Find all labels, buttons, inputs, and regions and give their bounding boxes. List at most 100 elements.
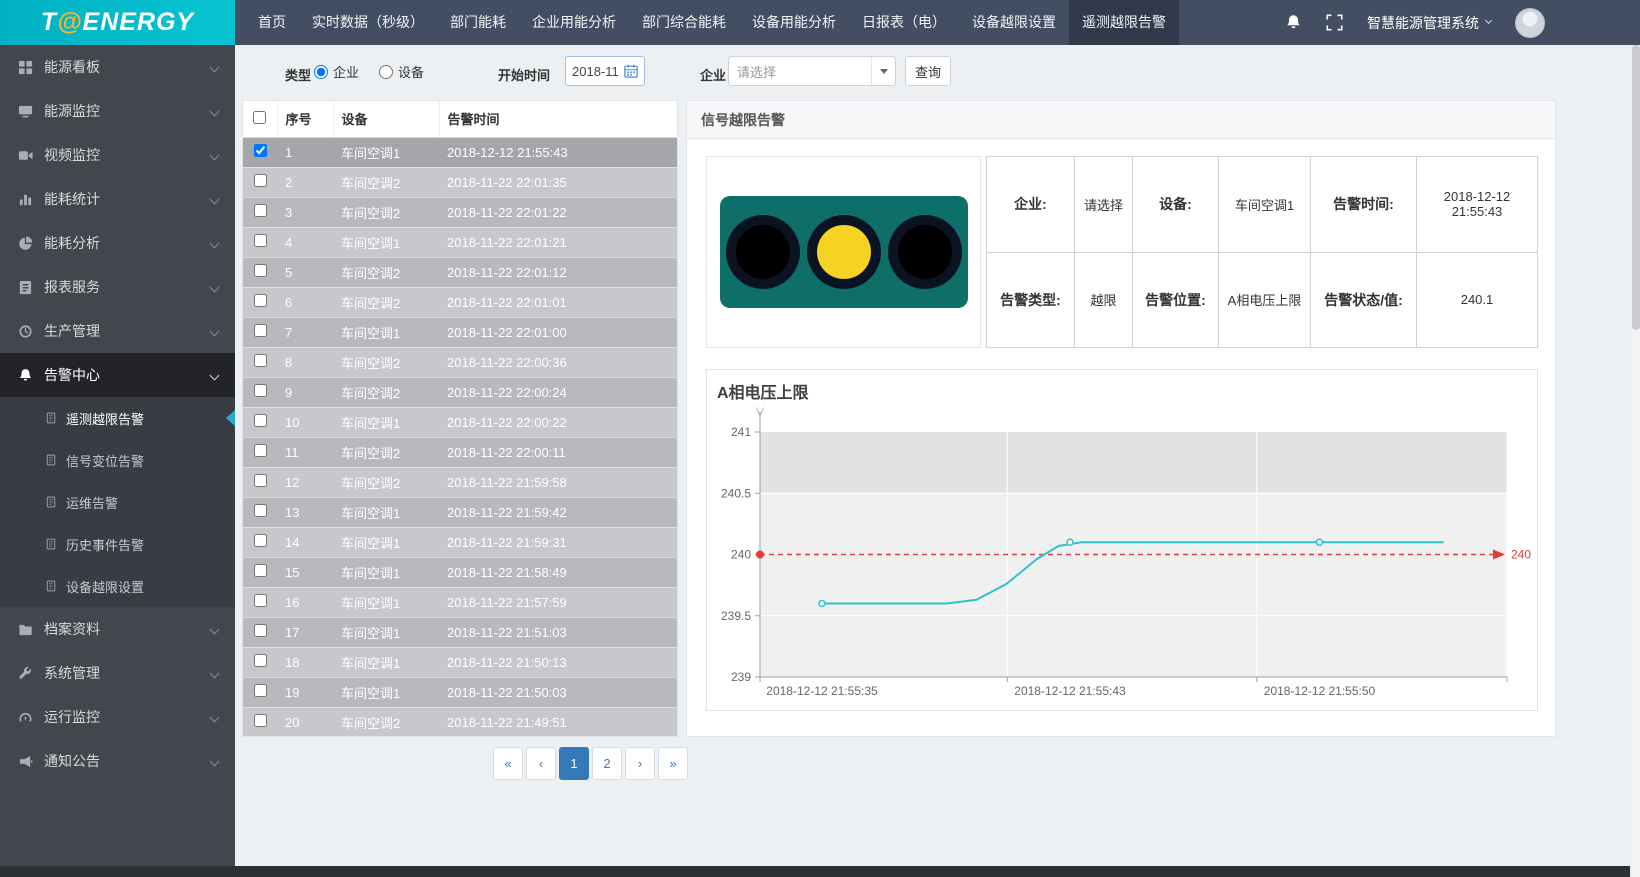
alarm-row[interactable]: 9车间空调22018-11-22 22:00:24 xyxy=(243,377,677,407)
sidebar-item-8[interactable]: 档案资料 xyxy=(0,607,235,651)
row-checkbox[interactable] xyxy=(254,324,267,337)
alarm-row[interactable]: 6车间空调22018-11-22 22:01:01 xyxy=(243,287,677,317)
type-option-label: 设备 xyxy=(398,62,424,81)
alarm-row[interactable]: 11车间空调22018-11-22 22:00:11 xyxy=(243,437,677,467)
system-title-menu[interactable]: 智慧能源管理系统 xyxy=(1367,13,1491,33)
sidebar-item-1[interactable]: 能源监控 xyxy=(0,89,235,133)
x-tick-label: 2018-12-12 21:55:50 xyxy=(1264,684,1376,698)
row-checkbox[interactable] xyxy=(254,294,267,307)
calendar-button[interactable] xyxy=(624,64,638,78)
sidebar-item-7[interactable]: 告警中心 xyxy=(0,353,235,397)
select-all-checkbox[interactable] xyxy=(253,111,266,124)
row-checkbox[interactable] xyxy=(254,204,267,217)
type-option-1[interactable]: 设备 xyxy=(379,62,424,81)
row-checkbox[interactable] xyxy=(254,684,267,697)
alarm-row[interactable]: 20车间空调22018-11-22 21:49:51 xyxy=(243,707,677,737)
sidebar-item-10[interactable]: 运行监控 xyxy=(0,695,235,739)
type-radio-1[interactable] xyxy=(379,65,393,79)
sidebar-item-4[interactable]: 能耗分析 xyxy=(0,221,235,265)
scrollbar-thumb[interactable] xyxy=(1632,45,1640,330)
sidebar-item-11[interactable]: 通知公告 xyxy=(0,739,235,783)
query-button[interactable]: 查询 xyxy=(905,56,951,86)
fullscreen-button[interactable] xyxy=(1326,14,1343,31)
alarm-row[interactable]: 4车间空调12018-11-22 22:01:21 xyxy=(243,227,677,257)
alarm-row[interactable]: 15车间空调12018-11-22 21:58:49 xyxy=(243,557,677,587)
alarm-row[interactable]: 1车间空调12018-12-12 21:55:43 xyxy=(243,137,677,167)
sidebar-subitem-3[interactable]: 历史事件告警 xyxy=(0,523,235,565)
row-checkbox[interactable] xyxy=(254,534,267,547)
sidebar-item-5[interactable]: 报表服务 xyxy=(0,265,235,309)
alarm-row[interactable]: 18车间空调12018-11-22 21:50:13 xyxy=(243,647,677,677)
row-checkbox[interactable] xyxy=(254,354,267,367)
row-checkbox[interactable] xyxy=(254,624,267,637)
alarm-row[interactable]: 16车间空调12018-11-22 21:57:59 xyxy=(243,587,677,617)
sidebar-item-6[interactable]: 生产管理 xyxy=(0,309,235,353)
traffic-lamp-2 xyxy=(888,215,962,289)
alarm-row[interactable]: 13车间空调12018-11-22 21:59:42 xyxy=(243,497,677,527)
row-checkbox[interactable] xyxy=(254,234,267,247)
row-checkbox[interactable] xyxy=(254,414,267,427)
row-checkbox[interactable] xyxy=(254,564,267,577)
alarm-row[interactable]: 5车间空调22018-11-22 22:01:12 xyxy=(243,257,677,287)
row-checkbox[interactable] xyxy=(254,264,267,277)
top-nav-item-1[interactable]: 实时数据（秒级） xyxy=(299,0,437,45)
series-marker xyxy=(1317,539,1323,545)
top-nav-item-2[interactable]: 部门能耗 xyxy=(437,0,519,45)
top-nav-item-6[interactable]: 日报表（电） xyxy=(849,0,959,45)
row-checkbox[interactable] xyxy=(254,174,267,187)
type-label: 类型 xyxy=(285,65,311,84)
sidebar-item-0[interactable]: 能源看板 xyxy=(0,45,235,89)
row-checkbox[interactable] xyxy=(254,474,267,487)
type-option-0[interactable]: 企业 xyxy=(314,62,359,81)
calendar-icon xyxy=(624,64,638,78)
row-checkbox[interactable] xyxy=(254,444,267,457)
notification-bell-button[interactable] xyxy=(1285,14,1302,31)
sidebar-subitem-label: 信号变位告警 xyxy=(66,451,144,470)
alarm-row[interactable]: 19车间空调12018-11-22 21:50:03 xyxy=(243,677,677,707)
alarm-row[interactable]: 3车间空调22018-11-22 22:01:22 xyxy=(243,197,677,227)
top-nav-item-3[interactable]: 企业用能分析 xyxy=(519,0,629,45)
row-checkbox[interactable] xyxy=(254,654,267,667)
page-button-3[interactable]: 2 xyxy=(592,747,622,780)
sidebar-subitem-1[interactable]: 信号变位告警 xyxy=(0,439,235,481)
sidebar-item-2[interactable]: 视频监控 xyxy=(0,133,235,177)
top-nav-item-8[interactable]: 遥测越限告警 xyxy=(1069,0,1179,45)
row-checkbox[interactable] xyxy=(254,144,267,157)
page-button-0[interactable]: « xyxy=(493,747,523,780)
alarm-row[interactable]: 10车间空调12018-11-22 22:00:22 xyxy=(243,407,677,437)
alarm-row[interactable]: 8车间空调22018-11-22 22:00:36 xyxy=(243,347,677,377)
brand-logo[interactable]: T@ENERGY xyxy=(0,0,235,45)
top-nav-item-5[interactable]: 设备用能分析 xyxy=(739,0,849,45)
row-checkbox[interactable] xyxy=(254,594,267,607)
top-nav-item-4[interactable]: 部门综合能耗 xyxy=(629,0,739,45)
alarm-row[interactable]: 17车间空调12018-11-22 21:51:03 xyxy=(243,617,677,647)
user-avatar[interactable] xyxy=(1515,8,1545,38)
sidebar-item-3[interactable]: 能耗统计 xyxy=(0,177,235,221)
type-radio-0[interactable] xyxy=(314,65,328,79)
sidebar-subitem-4[interactable]: 设备越限设置 xyxy=(0,565,235,607)
sidebar-subitem-2[interactable]: 运维告警 xyxy=(0,481,235,523)
row-checkbox[interactable] xyxy=(254,714,267,727)
sidebar-subitem-0[interactable]: 遥测越限告警 xyxy=(0,397,235,439)
page-button-5[interactable]: » xyxy=(658,747,688,780)
top-nav-item-7[interactable]: 设备越限设置 xyxy=(959,0,1069,45)
sidebar-item-label: 运行监控 xyxy=(44,707,211,727)
alarm-row[interactable]: 2车间空调22018-11-22 22:01:35 xyxy=(243,167,677,197)
chevron-down-icon xyxy=(210,668,220,678)
page-button-4[interactable]: › xyxy=(625,747,655,780)
alarm-row[interactable]: 7车间空调12018-11-22 22:01:00 xyxy=(243,317,677,347)
row-index-cell: 6 xyxy=(277,287,333,317)
row-checkbox[interactable] xyxy=(254,504,267,517)
page-button-2[interactable]: 1 xyxy=(559,747,589,780)
alarm-row[interactable]: 14车间空调12018-11-22 21:59:31 xyxy=(243,527,677,557)
top-header: T@ENERGY 首页实时数据（秒级）部门能耗企业用能分析部门综合能耗设备用能分… xyxy=(0,0,1640,45)
start-time-input[interactable]: 2018-11 xyxy=(565,56,645,86)
vertical-scrollbar[interactable] xyxy=(1630,45,1640,877)
company-select[interactable]: 请选择 xyxy=(728,56,896,86)
sidebar-item-9[interactable]: 系统管理 xyxy=(0,651,235,695)
page-button-1[interactable]: ‹ xyxy=(526,747,556,780)
top-nav-item-0[interactable]: 首页 xyxy=(245,0,299,45)
row-time-cell: 2018-11-22 22:00:22 xyxy=(439,407,677,437)
row-checkbox[interactable] xyxy=(254,384,267,397)
alarm-row[interactable]: 12车间空调22018-11-22 21:59:58 xyxy=(243,467,677,497)
